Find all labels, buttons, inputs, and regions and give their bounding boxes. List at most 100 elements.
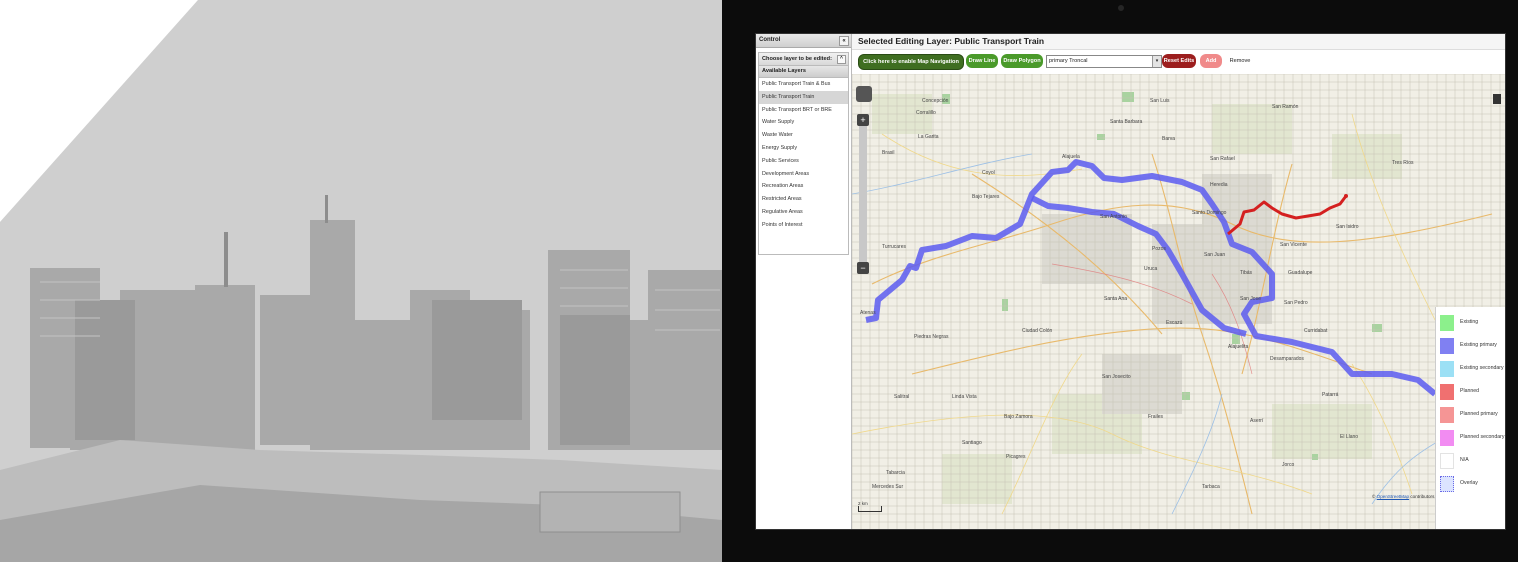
map-place-label: La Garita: [918, 134, 939, 140]
layer-item[interactable]: Recreation Areas: [759, 180, 848, 193]
map-place-label: San Josecito: [1102, 374, 1131, 380]
map-place-label: Santiago: [962, 440, 982, 446]
map-place-label: San Isidro: [1336, 224, 1359, 230]
layer-switcher-icon[interactable]: [1493, 94, 1501, 104]
enable-map-navigation-button[interactable]: Click here to enable Map Navigation: [858, 54, 964, 70]
collapse-panel-button[interactable]: «: [839, 36, 849, 46]
map-place-label: Patarrá: [1322, 392, 1339, 398]
layer-item[interactable]: Public Services: [759, 155, 848, 168]
control-header: Control «: [756, 34, 851, 48]
camera-dot: [1118, 5, 1124, 11]
remove-button[interactable]: Remove: [1226, 54, 1254, 68]
map-place-label: Salitral: [894, 394, 910, 400]
chooser-label: Choose layer to be edited:: [762, 56, 832, 62]
map-place-label: Guadalupe: [1288, 270, 1313, 276]
openstreetmap-link[interactable]: OpenStreetMap: [1377, 494, 1409, 499]
legend-swatch: [1440, 384, 1454, 400]
legend-item: Planned secondary: [1440, 430, 1505, 446]
laptop-screen: Control « Choose layer to be edited: ^ A…: [755, 33, 1506, 530]
selected-layer-title: Selected Editing Layer: Public Transport…: [852, 34, 1505, 50]
map-place-label: Barva: [1162, 136, 1176, 142]
layer-list: Public Transport Train & Bus Public Tran…: [759, 78, 848, 254]
map-place-label: San Rafael: [1210, 156, 1235, 162]
layer-item[interactable]: Water Supply: [759, 116, 848, 129]
draw-polygon-button[interactable]: Draw Polygon: [1001, 54, 1043, 68]
legend-item: Existing: [1440, 315, 1505, 331]
legend-item: N/A: [1440, 453, 1505, 469]
chooser-toggle-button[interactable]: ^: [837, 55, 846, 64]
draw-line-button[interactable]: Draw Line: [966, 54, 998, 68]
add-button[interactable]: Add: [1200, 54, 1222, 68]
reset-edits-button[interactable]: Reset Edits: [1162, 54, 1196, 68]
map-place-label: Santa Barbara: [1110, 119, 1143, 125]
map-place-label: Heredia: [1210, 182, 1228, 188]
map-place-label: Concepción: [922, 98, 949, 104]
layer-item[interactable]: Energy Supply: [759, 142, 848, 155]
map-attribution: © OpenStreetMap contributors: [1372, 494, 1434, 499]
chooser-header: Choose layer to be edited: ^: [759, 53, 848, 66]
zoom-out-button[interactable]: −: [857, 262, 869, 274]
map-place-label: Alajuela: [1062, 154, 1080, 160]
legend-swatch: [1440, 407, 1454, 423]
map-place-label: Aserrí: [1250, 418, 1264, 424]
map-place-label: Tarbaca: [1202, 484, 1220, 490]
zoom-slider[interactable]: [859, 114, 867, 274]
legend-swatch: [1440, 453, 1454, 469]
map-place-label: Curridabat: [1304, 328, 1328, 334]
map-base: [852, 74, 1505, 529]
legend-swatch: [1440, 476, 1454, 492]
legend-item: Existing primary: [1440, 338, 1505, 354]
map-canvas[interactable]: + − Alajuela Santa Barbara San Rafael He…: [852, 74, 1505, 529]
map-place-label: San Ramón: [1272, 104, 1299, 110]
layer-item[interactable]: Restricted Areas: [759, 193, 848, 206]
pan-control-icon[interactable]: [856, 86, 872, 102]
scale-bar-line: [858, 506, 882, 512]
legend-label: Planned: [1460, 388, 1480, 394]
layer-chooser: Choose layer to be edited: ^ Available L…: [758, 52, 849, 255]
map-place-label: Linda Vista: [952, 394, 977, 400]
legend-label: Planned primary: [1460, 411, 1498, 417]
zoom-in-button[interactable]: +: [857, 114, 869, 126]
scale-bar: 2 km: [858, 501, 882, 512]
map-place-label: San Vicente: [1280, 242, 1307, 248]
map-place-label: Brasil: [882, 150, 895, 156]
layer-item[interactable]: Development Areas: [759, 168, 848, 181]
layer-item[interactable]: Regulative Areas: [759, 206, 848, 219]
map-place-label: Desamparados: [1270, 356, 1304, 362]
legend-label: N/A: [1460, 457, 1469, 463]
map-place-label: Atenas: [860, 310, 876, 316]
layer-item[interactable]: Points of Interest: [759, 219, 848, 232]
attribution-suffix: contributors: [1409, 494, 1435, 499]
layer-item[interactable]: Public Transport BRT or BRE: [759, 104, 848, 117]
map-place-label: Corralillo: [916, 110, 936, 116]
map-place-label: Pozos: [1152, 246, 1166, 252]
map-place-label: Tibás: [1240, 270, 1253, 276]
legend-label: Planned secondary: [1460, 434, 1505, 440]
legend-item: Planned: [1440, 384, 1505, 400]
legend-item: Planned primary: [1440, 407, 1505, 423]
map-place-label: Escazú: [1166, 320, 1183, 326]
control-title: Control: [759, 37, 781, 43]
legend-swatch: [1440, 430, 1454, 446]
route-type-select[interactable]: primary Troncal ▾: [1046, 55, 1162, 68]
legend-label: Existing primary: [1460, 342, 1497, 348]
layer-item[interactable]: Waste Water: [759, 129, 848, 142]
map-place-label: Jorco: [1282, 462, 1295, 468]
map-place-label: Mercedes Sur: [872, 484, 904, 490]
layer-item[interactable]: Public Transport Train & Bus: [759, 78, 848, 91]
map-place-label: El Llano: [1340, 434, 1359, 440]
legend-swatch: [1440, 315, 1454, 331]
map-place-label: Uruca: [1144, 266, 1158, 272]
control-panel: Control « Choose layer to be edited: ^ A…: [756, 34, 852, 529]
layer-item-selected[interactable]: Public Transport Train: [759, 90, 848, 104]
map-place-label: San Antonio: [1100, 214, 1127, 220]
map-place-label: San Pedro: [1284, 300, 1308, 306]
map-place-label: Tres Ríos: [1392, 160, 1414, 166]
map-place-label: Picagres: [1006, 454, 1026, 460]
legend-label: Existing: [1460, 319, 1479, 325]
edit-toolbar: Click here to enable Map Navigation Draw…: [856, 52, 1496, 70]
map-legend: Existing Existing primary Existing secon…: [1435, 307, 1505, 529]
map-place-label: Frailes: [1148, 414, 1164, 420]
map-place-label: Bajo Zamora: [1004, 414, 1033, 420]
route-type-value: primary Troncal: [1049, 58, 1088, 64]
